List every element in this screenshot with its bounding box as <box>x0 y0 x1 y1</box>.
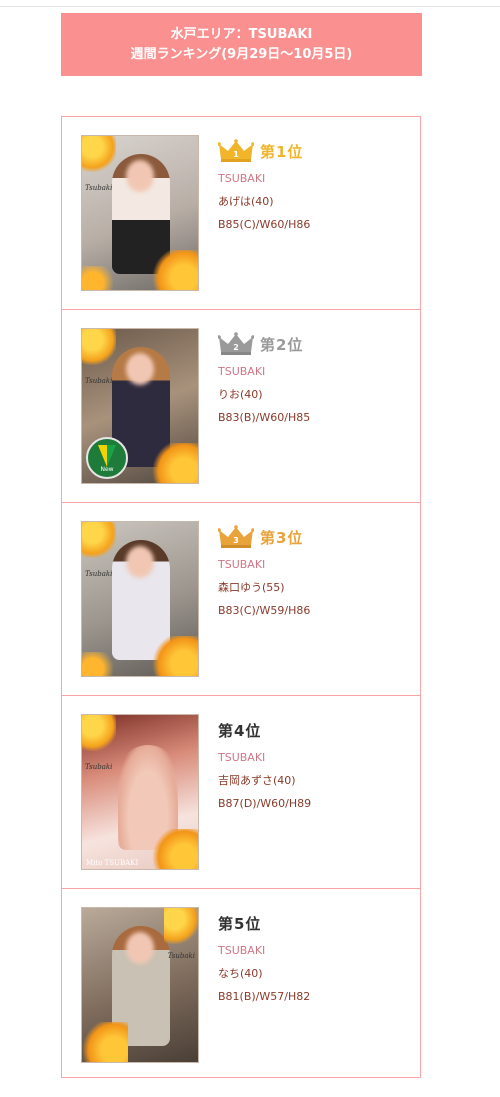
ranking-item-5[interactable]: Tsubaki 第5位 TSUBAKI なち(40) B81(B)/W57/H8… <box>62 889 420 1082</box>
photo-watermark: Tsubaki <box>85 763 113 771</box>
ranking-item-2[interactable]: Tsubaki New 2 第2位 TSUBAKI りお(40) B83(B)/… <box>62 310 420 503</box>
photo-watermark: Tsubaki <box>85 377 113 385</box>
cast-photo[interactable]: Tsubaki <box>81 907 199 1063</box>
header-ranking-period: 週間ランキング(9月29日〜10月5日) <box>130 46 353 62</box>
cast-measurements: B83(C)/W59/H86 <box>218 604 311 617</box>
rank-label: 第1位 <box>260 142 304 161</box>
cast-photo[interactable]: Tsubaki <box>81 135 199 291</box>
ranking-item-1[interactable]: Tsubaki 1 第1位 TSUBAKI あげは(40) B85(C)/W60… <box>62 117 420 310</box>
photo-watermark: Tsubaki <box>85 570 113 578</box>
cast-photo[interactable]: Tsubaki <box>81 521 199 677</box>
shop-name: TSUBAKI <box>218 365 266 378</box>
crown-number: 1 <box>233 150 239 159</box>
cast-name[interactable]: あげは(40) <box>218 193 408 211</box>
cast-name[interactable]: りお(40) <box>218 386 408 404</box>
photo-watermark: Tsubaki <box>85 184 113 192</box>
cast-name[interactable]: なち(40) <box>218 965 408 983</box>
rank-label: 第5位 <box>218 914 262 933</box>
cast-photo[interactable]: Tsubaki Mito TSUBAKI <box>81 714 199 870</box>
cast-measurements: B83(B)/W60/H85 <box>218 411 311 424</box>
beginner-badge-icon: New <box>86 437 128 479</box>
cast-photo[interactable]: Tsubaki New <box>81 328 199 484</box>
cast-measurements: B87(D)/W60/H89 <box>218 797 312 810</box>
crown-number: 3 <box>233 536 239 545</box>
cast-name[interactable]: 森口ゆう(55) <box>218 579 408 597</box>
cast-measurements: B81(B)/W57/H82 <box>218 990 311 1003</box>
shop-name: TSUBAKI <box>218 558 266 571</box>
rank-label: 第4位 <box>218 721 262 740</box>
cast-name[interactable]: 吉岡あずさ(40) <box>218 772 408 790</box>
ranking-item-3[interactable]: Tsubaki 3 第3位 TSUBAKI 森口ゆう(55) B83(C)/W5… <box>62 503 420 696</box>
ranking-item-4[interactable]: Tsubaki Mito TSUBAKI 第4位 TSUBAKI 吉岡あずさ(4… <box>62 696 420 889</box>
top-divider <box>0 6 500 7</box>
rank-label: 第3位 <box>260 528 304 547</box>
cast-measurements: B85(C)/W60/H86 <box>218 218 311 231</box>
ranking-header: 水戸エリア：TSUBAKI 週間ランキング(9月29日〜10月5日) <box>61 13 422 76</box>
rank-label: 第2位 <box>260 335 304 354</box>
shop-name: TSUBAKI <box>218 944 266 957</box>
shop-name: TSUBAKI <box>218 172 266 185</box>
shop-name: TSUBAKI <box>218 751 266 764</box>
photo-caption: Mito TSUBAKI <box>86 859 139 867</box>
bronze-crown-icon: 3 <box>218 525 254 548</box>
silver-crown-icon: 2 <box>218 332 254 355</box>
header-area-title: 水戸エリア：TSUBAKI <box>170 26 313 42</box>
gold-crown-icon: 1 <box>218 139 254 162</box>
photo-watermark: Tsubaki <box>167 952 195 960</box>
crown-number: 2 <box>233 343 239 352</box>
ranking-list: Tsubaki 1 第1位 TSUBAKI あげは(40) B85(C)/W60… <box>61 116 421 1078</box>
